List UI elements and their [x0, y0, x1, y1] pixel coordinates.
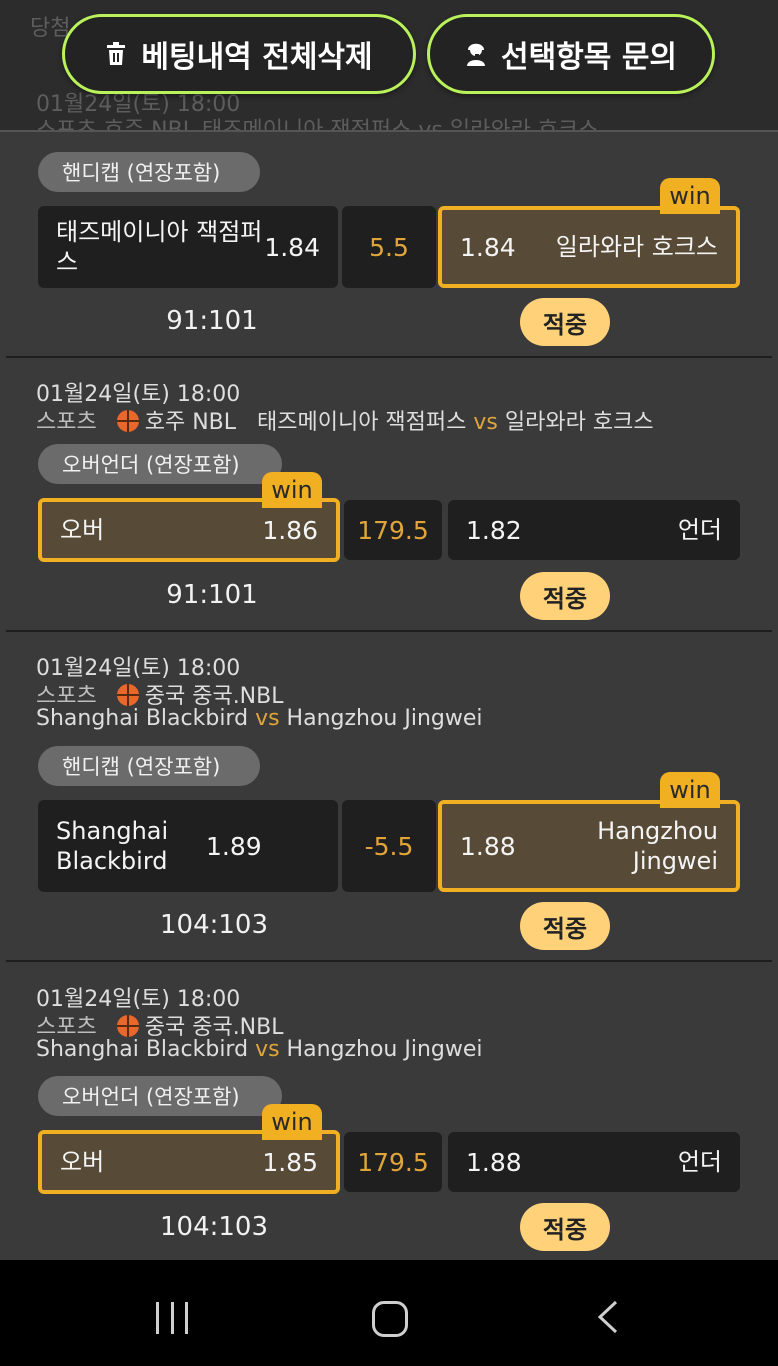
- match-score: 91:101: [166, 306, 258, 336]
- selection-name: 오버: [60, 1148, 105, 1176]
- win-badge: win: [262, 472, 322, 508]
- home-team: Shanghai Blackbird: [36, 706, 249, 731]
- home-team: Shanghai Blackbird: [36, 1037, 249, 1062]
- line-text: 179.5: [357, 515, 429, 545]
- league-label: 호주 NBL: [144, 410, 237, 435]
- selection-odd: 1.85: [262, 1147, 318, 1177]
- away-team: Hangzhou Jingwei: [286, 1037, 483, 1062]
- result-badge: 적중: [520, 572, 610, 620]
- selection-odd: 1.88: [466, 1147, 522, 1177]
- card-divider: [6, 630, 772, 632]
- delete-all-label: 베팅내역 전체삭제: [141, 40, 373, 75]
- selection-odd: 1.88: [460, 831, 516, 861]
- selection-name: Shanghai Blackbird: [56, 817, 169, 875]
- match-score: 104:103: [159, 910, 268, 940]
- win-badge: win: [262, 1104, 322, 1140]
- card-divider: [6, 960, 772, 962]
- selection-name: 언더: [677, 516, 722, 544]
- match-info: 스포츠 호주 NBL 태즈메이니아 잭점퍼스 vs 일라와라 호크스: [36, 404, 654, 436]
- line-value: -5.5: [342, 800, 436, 892]
- market-label: 오버언더 (연장포함): [38, 444, 282, 484]
- result-badge: 적중: [520, 1203, 610, 1251]
- support-agent-icon: [466, 43, 485, 66]
- basketball-icon: [116, 410, 139, 432]
- header-divider: [0, 130, 778, 132]
- basketball-icon: [116, 684, 139, 706]
- selection-odd: 1.89: [206, 831, 262, 861]
- match-score: 91:101: [166, 580, 258, 610]
- match-teams: Shanghai Blackbird vs Hangzhou Jingwei: [36, 706, 483, 731]
- basketball-icon: [116, 1015, 139, 1037]
- selection-odd: 1.84: [264, 232, 320, 262]
- line-text: 179.5: [357, 1147, 429, 1177]
- left-selection[interactable]: Shanghai Blackbird 1.89: [38, 800, 338, 892]
- line-text: -5.5: [364, 831, 414, 861]
- back-icon[interactable]: [596, 1300, 620, 1334]
- vs-label: vs: [473, 410, 498, 435]
- inquiry-selected-button[interactable]: 선택항목 문의: [427, 14, 715, 94]
- line-value: 179.5: [344, 500, 442, 560]
- line-value: 5.5: [342, 206, 436, 288]
- home-team: 태즈메이니아 잭점퍼스: [257, 410, 467, 435]
- selection-name: Hangzhou Jingwei: [597, 817, 718, 875]
- market-label: 오버언더 (연장포함): [38, 1076, 282, 1116]
- selection-odd: 1.84: [460, 232, 516, 262]
- right-selection[interactable]: 1.84 일라와라 호크스: [438, 206, 740, 288]
- delete-all-history-button[interactable]: 베팅내역 전체삭제: [62, 14, 416, 94]
- match-score: 104:103: [159, 1212, 268, 1242]
- match-teams: Shanghai Blackbird vs Hangzhou Jingwei: [36, 1037, 483, 1062]
- system-nav-bar: [0, 1260, 778, 1366]
- home-icon[interactable]: [372, 1301, 408, 1337]
- market-label: 핸디캡 (연장포함): [38, 152, 260, 192]
- right-selection[interactable]: 1.88 Hangzhou Jingwei: [438, 800, 740, 892]
- selection-odd: 1.86: [262, 515, 318, 545]
- line-value: 179.5: [344, 1132, 442, 1192]
- away-team: Hangzhou Jingwei: [286, 706, 483, 731]
- line-text: 5.5: [369, 232, 409, 262]
- market-label: 핸디캡 (연장포함): [38, 746, 260, 786]
- sport-label: 스포츠: [36, 410, 97, 435]
- win-badge: win: [660, 178, 720, 214]
- selection-name: 태즈메이니아 잭점퍼스: [56, 218, 263, 276]
- inquiry-label: 선택항목 문의: [500, 40, 678, 75]
- trash-icon: [107, 42, 126, 65]
- ghost-text: 스포츠 호주 NBL 태즈메이니아 잭점퍼스 vs 일라와라 호크스: [36, 118, 599, 132]
- selection-name: 일라와라 호크스: [555, 233, 718, 261]
- result-badge: 적중: [520, 298, 610, 346]
- selection-name: 언더: [677, 1148, 722, 1176]
- right-selection[interactable]: 1.88 언더: [448, 1132, 740, 1192]
- card-divider: [6, 356, 772, 358]
- selection-odd: 1.82: [466, 515, 522, 545]
- right-selection[interactable]: 1.82 언더: [448, 500, 740, 560]
- result-badge: 적중: [520, 902, 610, 950]
- vs-label: vs: [255, 706, 280, 731]
- selection-name: 오버: [60, 516, 105, 544]
- win-badge: win: [660, 772, 720, 808]
- vs-label: vs: [255, 1037, 280, 1062]
- bet-history-page: 핸디캡 (연장포함) 태즈메이니아 잭점퍼스 1.84 5.5 1.84 일라와…: [0, 0, 778, 1260]
- left-selection[interactable]: 태즈메이니아 잭점퍼스 1.84: [38, 206, 338, 288]
- recent-apps-icon[interactable]: [156, 1302, 188, 1334]
- away-team: 일라와라 호크스: [504, 410, 654, 435]
